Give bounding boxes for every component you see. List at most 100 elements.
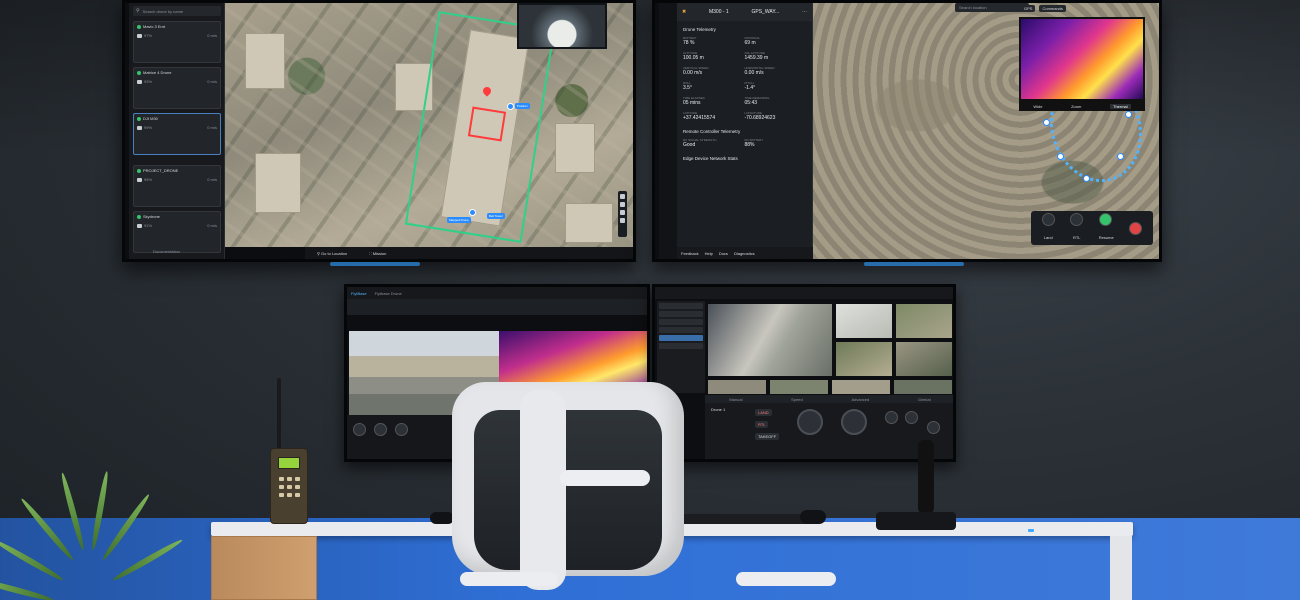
video-tile[interactable] <box>831 379 891 395</box>
list-item[interactable] <box>659 319 703 325</box>
telemetry-cell: PITCH -1.4° <box>745 81 807 91</box>
app-rail <box>659 3 677 259</box>
feedback-button[interactable]: Feedback <box>681 251 699 256</box>
rtl-button[interactable]: RTL <box>755 421 769 428</box>
video-tile[interactable] <box>895 303 953 339</box>
telemetry-title: Drone Telemetry <box>683 27 716 32</box>
video-tile[interactable] <box>707 303 833 377</box>
telemetry-value: 0.00 m/s <box>683 70 703 76</box>
list-item[interactable] <box>659 343 703 349</box>
telemetry-value: 78 % <box>683 40 695 46</box>
gps-chip[interactable]: GPS <box>1021 5 1036 12</box>
mission-button[interactable]: ∷ Mission <box>369 251 386 256</box>
docs-button[interactable]: Docs <box>719 251 728 256</box>
lower-right-monitor: Manual Speed Advanced Gimbal Drone 1 LAN… <box>652 284 956 462</box>
drone-battery: 99% <box>144 125 153 130</box>
no-fly-zone[interactable] <box>467 106 507 142</box>
list-item[interactable] <box>659 311 703 317</box>
drone-card-3[interactable]: DJI M30 99% 0 m/s <box>133 113 221 155</box>
gimbal-down-icon[interactable] <box>905 411 918 424</box>
drone-speed: 0 m/s <box>207 79 217 84</box>
video-tile[interactable] <box>707 379 767 395</box>
location-search-input[interactable]: Search location <box>955 3 1029 12</box>
drone-card-1[interactable]: Mavic 3 Enrt 97% 0 m/s <box>133 21 221 63</box>
telemetry-cell: ROLL 3.5° <box>683 81 745 91</box>
app-tab[interactable]: Flytbase Drone <box>375 291 402 296</box>
tab-zoom[interactable]: Zoom <box>1071 104 1081 109</box>
speed-header: Speed <box>791 396 803 402</box>
telemetry-value: -70.68924623 <box>744 115 776 121</box>
keyboard <box>680 514 820 524</box>
drone-icon: ✖ <box>682 9 687 15</box>
emergency-stop-control[interactable] <box>1129 221 1143 235</box>
rtl-control[interactable]: RTL <box>1070 212 1084 244</box>
search-icon: ⚲ <box>136 8 140 14</box>
tab-thermal[interactable]: Thermal <box>1110 103 1131 109</box>
video-tile[interactable] <box>895 341 953 377</box>
chair-crossbar <box>560 470 650 486</box>
handheld-radio <box>270 448 308 524</box>
more-icon[interactable]: ⋯ <box>802 9 807 15</box>
zoom-out-icon[interactable] <box>620 202 625 207</box>
desk-drawer <box>211 536 317 600</box>
takeoff-button[interactable]: TAKEOFF <box>755 433 780 440</box>
commands-chip[interactable]: Commands <box>1039 5 1066 12</box>
right-dpad-control[interactable] <box>841 409 867 435</box>
app-logo: FlytBase <box>351 290 367 296</box>
capture-icon[interactable] <box>927 421 940 434</box>
list-item[interactable] <box>659 303 703 309</box>
gimbal-info <box>353 423 408 436</box>
compass-icon[interactable] <box>620 218 625 223</box>
land-icon <box>1041 212 1055 226</box>
waypoint-icon[interactable] <box>1057 153 1064 160</box>
telemetry-value: 05:43 <box>744 100 758 106</box>
video-tile[interactable] <box>769 379 829 395</box>
desk-leg <box>1110 536 1132 600</box>
mouse <box>430 512 454 524</box>
thermal-camera-pip[interactable] <box>1019 17 1145 101</box>
advanced-header: Advanced <box>851 396 870 402</box>
gimbal-header: Gimbal <box>917 396 931 402</box>
gimbal-up-icon[interactable] <box>885 411 898 424</box>
zoom-in-icon[interactable] <box>620 194 625 199</box>
video-feed-pip[interactable] <box>517 3 607 49</box>
help-button[interactable]: Help <box>705 251 713 256</box>
telemetry-cell: TIME ELAPSED 05 mins <box>683 96 745 106</box>
diagnostics-button[interactable]: Diagnostics <box>734 251 755 256</box>
drone-list-panel: ⚲ Search drone by name Mavic 3 Enrt 97% 0… <box>129 3 225 259</box>
record-icon[interactable] <box>395 423 408 436</box>
edge-stats-title[interactable]: Edge Device Network Stats <box>683 156 812 161</box>
list-item[interactable] <box>659 327 703 333</box>
telemetry-cell: HORIZONTAL SPEED 0.00 m/s <box>745 66 807 76</box>
layers-icon[interactable] <box>620 210 625 215</box>
video-tile[interactable] <box>835 341 893 377</box>
waypoint-icon[interactable] <box>1117 153 1124 160</box>
building-roof <box>255 153 301 213</box>
map-toolbar <box>618 191 627 237</box>
drone-card-2[interactable]: Matrice 4 Drone 93% 0 m/s <box>133 67 221 109</box>
list-item[interactable] <box>659 335 703 341</box>
waypoint-icon[interactable] <box>1043 119 1050 126</box>
telemetry-cell: RC SIGNAL STRENGTH Good <box>683 138 717 148</box>
video-tile[interactable] <box>835 303 893 339</box>
land-button[interactable]: LAND <box>755 409 772 416</box>
tab-wide[interactable]: Wide <box>1033 104 1042 109</box>
camera-icon[interactable] <box>374 423 387 436</box>
drone-marker-icon[interactable] <box>507 103 514 110</box>
land-control[interactable]: Land <box>1041 212 1055 244</box>
waypoint-icon[interactable] <box>1083 175 1090 182</box>
resume-control[interactable]: Resume <box>1098 212 1114 244</box>
gimbal-icon[interactable] <box>353 423 366 436</box>
indicator-light <box>1028 529 1034 532</box>
drone-card-4[interactable]: PROJECT_DRONE 95% 0 m/s <box>133 165 221 207</box>
go-to-location-button[interactable]: ⚲ Go to Location <box>317 251 347 256</box>
drone-header[interactable]: ✖ M300 - 1 GPS_WAY... ⋯ <box>677 3 812 21</box>
drone-search-input[interactable]: ⚲ Search drone by name <box>133 6 221 16</box>
drone-marker-icon[interactable] <box>469 209 476 216</box>
video-tile[interactable] <box>893 379 953 395</box>
drone-card-5[interactable]: Skydrone 91% 0 m/s <box>133 211 221 253</box>
waypoint-icon[interactable] <box>1125 111 1132 118</box>
left-dpad-control[interactable] <box>797 409 823 435</box>
documentation-link[interactable]: Documentation <box>153 249 180 254</box>
telemetry-grid: BATTERY 78 % DISTANCE 69 m ALTITUDE 100.05 mA… <box>677 34 812 123</box>
